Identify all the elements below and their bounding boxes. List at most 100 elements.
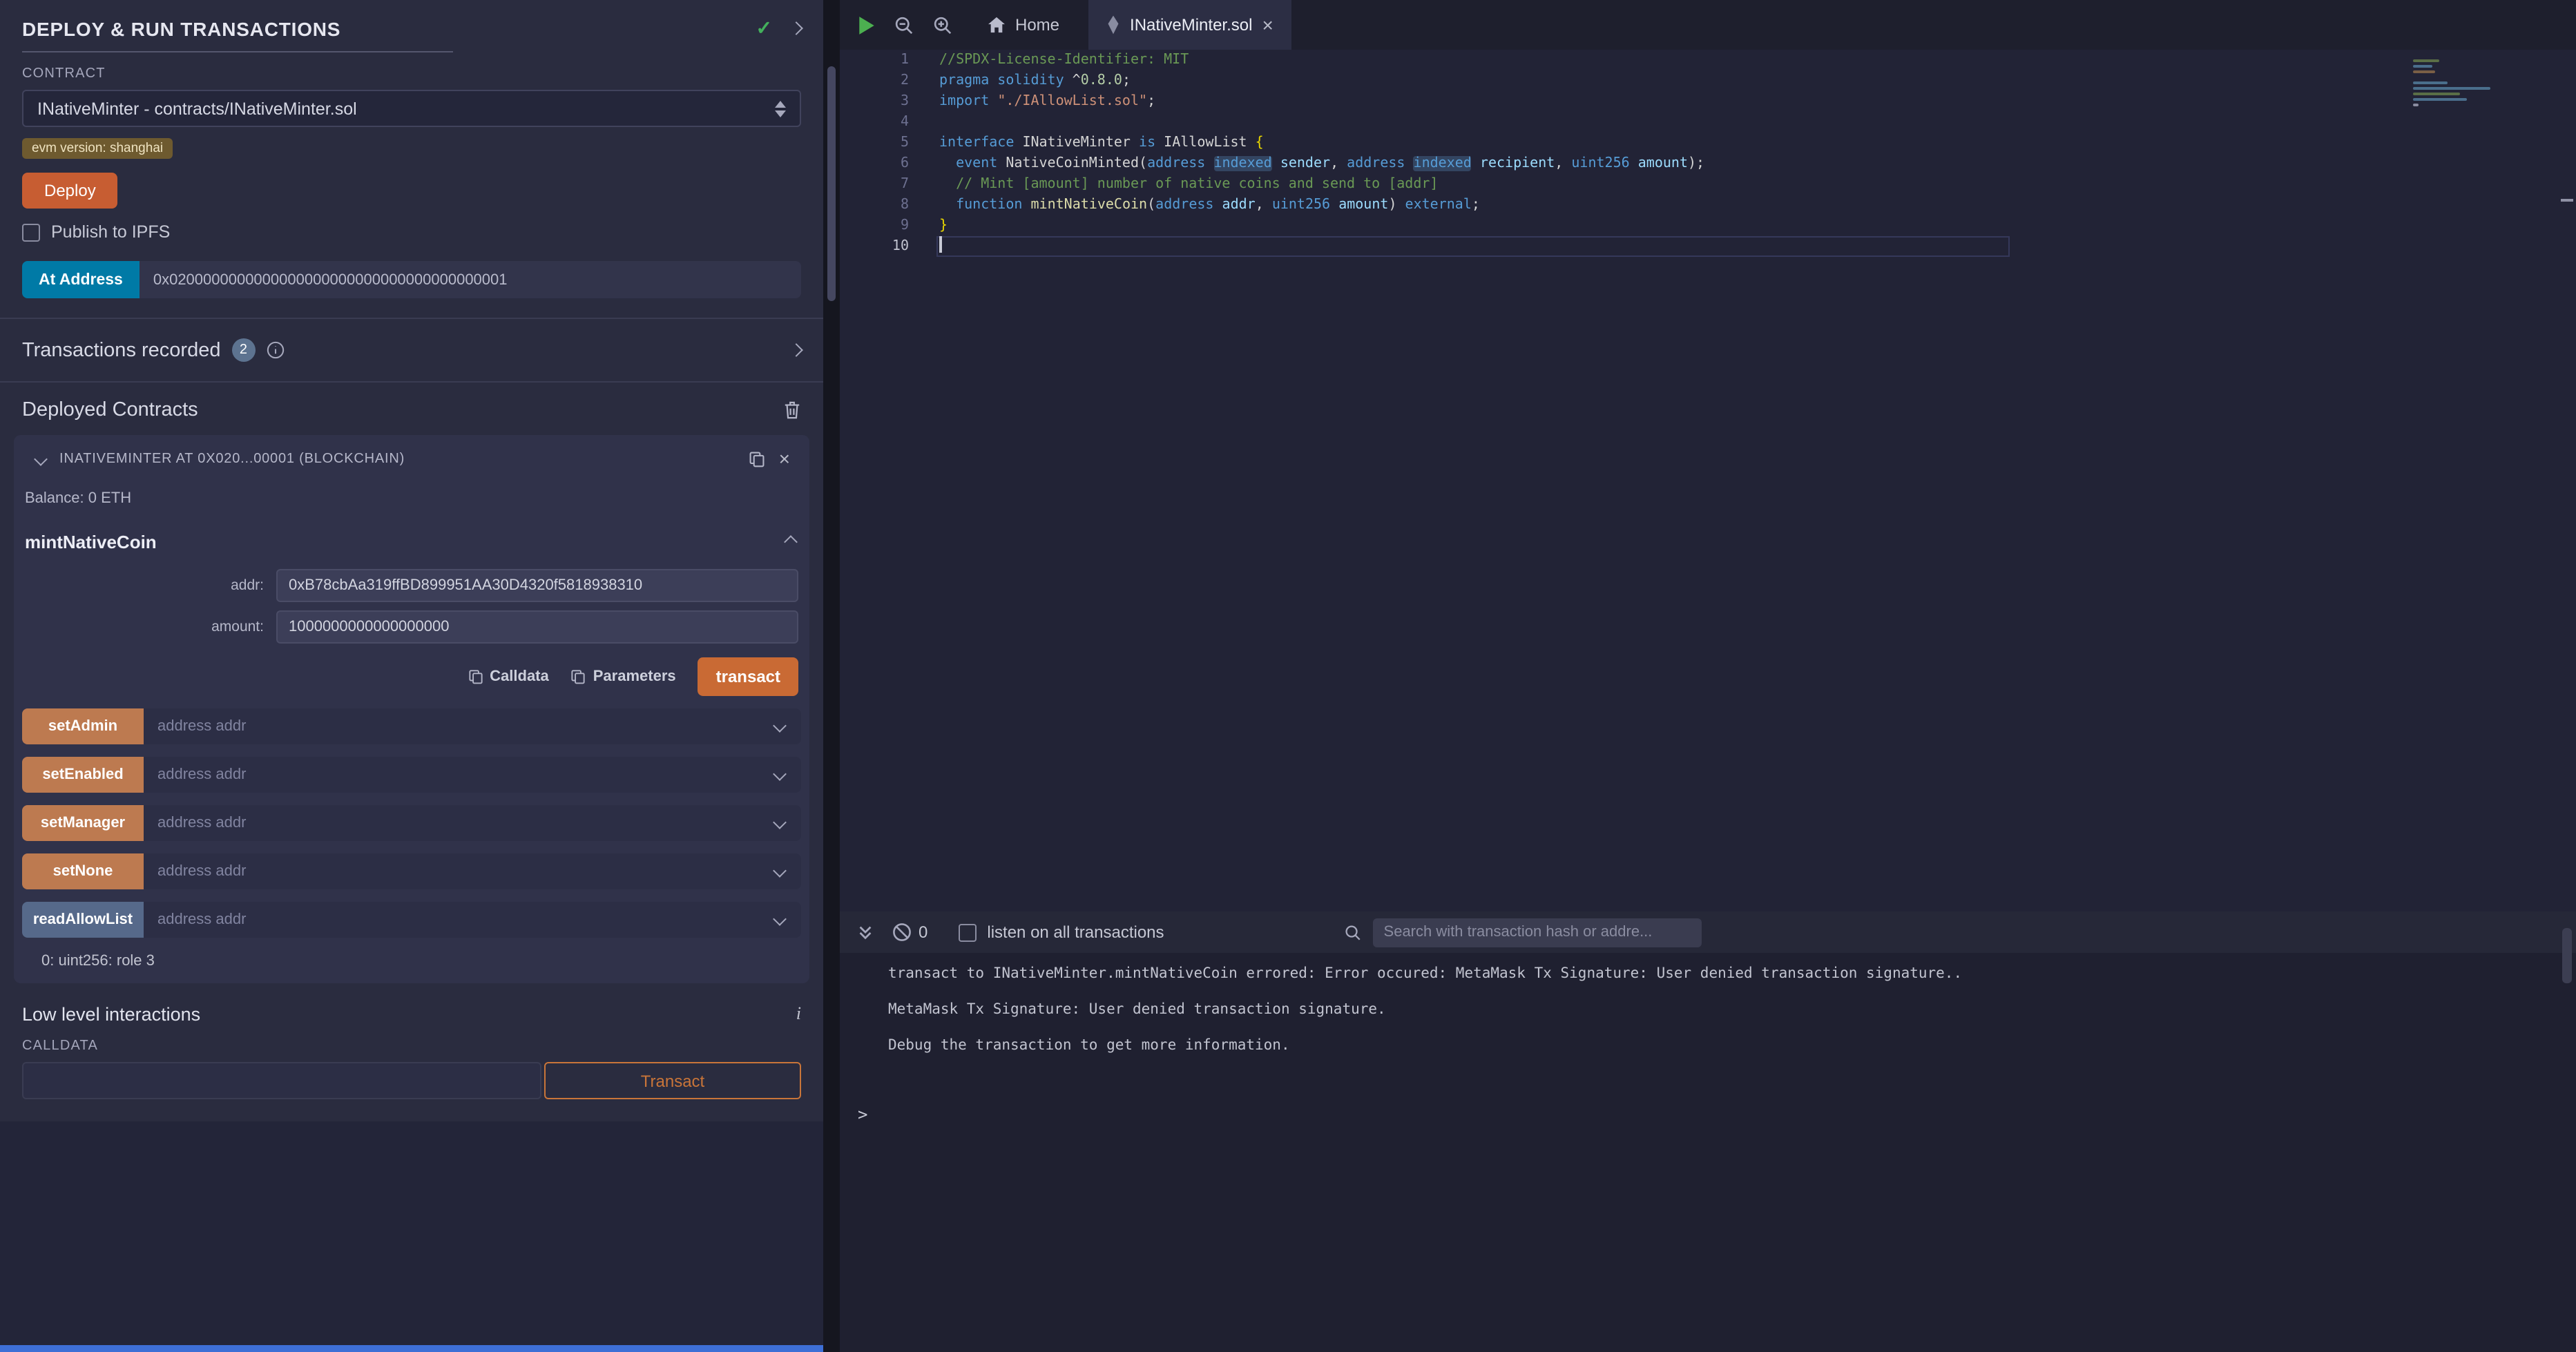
copy-icon[interactable]	[749, 450, 765, 467]
code-editor[interactable]: 12345678910 //SPDX-License-Identifier: M…	[840, 50, 2576, 911]
code-line: pragma solidity ^0.8.0;	[939, 70, 1704, 91]
tab-inativeminter[interactable]: INativeMinter.sol ×	[1088, 0, 1291, 50]
setAdmin-button[interactable]: setAdmin	[22, 708, 144, 744]
function-row-setAdmin: setAdmin	[22, 708, 801, 744]
field-label: amount:	[14, 619, 276, 635]
chevron-right-icon[interactable]	[789, 21, 803, 35]
close-icon[interactable]: ×	[779, 449, 790, 468]
terminal-prompt[interactable]: >	[858, 1105, 2576, 1124]
function-actions-row: Calldata Parameters transact	[25, 657, 798, 696]
addr-field[interactable]	[276, 569, 798, 602]
contract-label: CONTRACT	[22, 66, 801, 81]
contract-select[interactable]: INativeMinter - contracts/INativeMinter.…	[22, 90, 801, 127]
clear-terminal-icon[interactable]	[892, 923, 912, 942]
deployed-contracts-header: Deployed Contracts	[0, 383, 823, 435]
function-field-row: amount:	[14, 610, 798, 644]
run-script-icon[interactable]	[858, 15, 876, 35]
close-icon[interactable]: ×	[1262, 15, 1273, 35]
field-label: addr:	[14, 577, 276, 594]
remix-ide-window: DEPLOY & RUN TRANSACTIONS ✓ CONTRACT INa…	[0, 0, 2576, 1352]
setEnabled-input[interactable]	[144, 757, 801, 793]
editor-code[interactable]: //SPDX-License-Identifier: MITpragma sol…	[939, 50, 1704, 257]
at-address-input[interactable]	[140, 261, 801, 298]
copy-parameters-button[interactable]: Parameters	[571, 668, 676, 685]
code-line: event NativeCoinMinted(address indexed s…	[939, 153, 1704, 174]
clear-instances-button[interactable]	[783, 400, 801, 420]
editor-tabbar: Home INativeMinter.sol ×	[840, 0, 2576, 50]
terminal-scrollbar-thumb[interactable]	[2562, 928, 2572, 983]
instance-header[interactable]: INATIVEMINTER AT 0X020...00001 (BLOCKCHA…	[14, 435, 809, 479]
listen-transactions-checkbox[interactable]	[958, 923, 976, 941]
search-icon	[1344, 923, 1362, 941]
solidity-icon	[1106, 15, 1120, 35]
terminal-search-input[interactable]	[1373, 918, 1702, 947]
function-name: mintNativeCoin	[25, 532, 157, 552]
deployed-contracts-title: Deployed Contracts	[22, 399, 198, 421]
setAdmin-input[interactable]	[144, 708, 801, 744]
tab-home[interactable]: Home	[970, 0, 1077, 50]
terminal-log-line: Debug the transaction to get more inform…	[888, 1027, 2576, 1063]
text-cursor	[939, 236, 942, 253]
low-level-transact-button[interactable]: Transact	[544, 1062, 801, 1099]
setEnabled-button[interactable]: setEnabled	[22, 757, 144, 793]
setNone-input[interactable]	[144, 853, 801, 889]
amount-field[interactable]	[276, 610, 798, 644]
contract-section: CONTRACT INativeMinter - contracts/INati…	[0, 52, 823, 318]
code-line	[939, 112, 1704, 133]
publish-ipfs-row: Publish to IPFS	[22, 222, 801, 242]
transactions-count-badge: 2	[231, 338, 255, 362]
code-line: // Mint [amount] number of native coins …	[939, 174, 1704, 195]
instance-balance: Balance: 0 ETH	[14, 479, 809, 521]
function-panel-header[interactable]: mintNativeCoin	[14, 521, 809, 561]
panel-title: DEPLOY & RUN TRANSACTIONS	[22, 17, 756, 39]
collapse-terminal-icon[interactable]	[856, 923, 874, 941]
info-icon[interactable]: i	[796, 1003, 801, 1025]
tab-label: INativeMinter.sol	[1130, 15, 1252, 35]
readAllowList-input[interactable]	[144, 902, 801, 938]
at-address-button[interactable]: At Address	[22, 261, 140, 298]
overview-ruler[interactable]	[2557, 50, 2576, 911]
chevron-down-icon[interactable]	[34, 452, 48, 465]
calldata-link-label: Calldata	[490, 668, 549, 685]
evm-version-badge: evm version: shanghai	[22, 138, 173, 159]
publish-ipfs-checkbox[interactable]	[22, 223, 40, 241]
code-line	[939, 236, 1704, 257]
panel-scrollbar-thumb[interactable]	[827, 66, 836, 301]
zoom-out-icon[interactable]	[894, 15, 914, 35]
low-level-title: Low level interactions	[22, 1003, 200, 1024]
transact-button[interactable]: transact	[698, 657, 798, 696]
publish-ipfs-label: Publish to IPFS	[51, 222, 170, 242]
chevron-up-icon[interactable]	[784, 535, 798, 549]
panel-resize-gutter[interactable]	[823, 0, 840, 1352]
cursor-position-marker	[2561, 199, 2573, 202]
zoom-in-icon[interactable]	[932, 15, 953, 35]
transactions-recorded-label: Transactions recorded	[22, 339, 220, 361]
copy-calldata-button[interactable]: Calldata	[468, 668, 549, 685]
line-number: 8	[840, 195, 909, 215]
listen-transactions-label: listen on all transactions	[987, 923, 1164, 942]
line-number: 10	[840, 236, 909, 257]
setManager-button[interactable]: setManager	[22, 805, 144, 841]
line-number: 9	[840, 215, 909, 236]
code-line: interface INativeMinter is IAllowList {	[939, 133, 1704, 153]
instance-title: INATIVEMINTER AT 0X020...00001 (BLOCKCHA…	[59, 451, 735, 466]
line-number: 4	[840, 112, 909, 133]
panel-horizontal-scrollbar[interactable]	[0, 1345, 823, 1352]
contract-instance-card: INATIVEMINTER AT 0X020...00001 (BLOCKCHA…	[14, 435, 809, 983]
setManager-input[interactable]	[144, 805, 801, 841]
line-number: 7	[840, 174, 909, 195]
calldata-input[interactable]	[22, 1062, 541, 1099]
setNone-button[interactable]: setNone	[22, 853, 144, 889]
chevron-right-icon[interactable]	[789, 343, 803, 357]
function-row-readAllowList: readAllowList	[22, 902, 801, 938]
minimap[interactable]	[2413, 57, 2551, 109]
line-number: 1	[840, 50, 909, 70]
deploy-button[interactable]: Deploy	[22, 173, 118, 209]
editor-gutter[interactable]: 12345678910	[840, 50, 909, 257]
transactions-recorded-row[interactable]: Transactions recorded 2	[0, 319, 823, 381]
readAllowList-button[interactable]: readAllowList	[22, 902, 144, 938]
function-row-setManager: setManager	[22, 805, 801, 841]
tab-label: Home	[1015, 15, 1059, 35]
info-icon[interactable]	[266, 341, 284, 359]
terminal-toolbar: 0 listen on all transactions	[840, 911, 2576, 953]
